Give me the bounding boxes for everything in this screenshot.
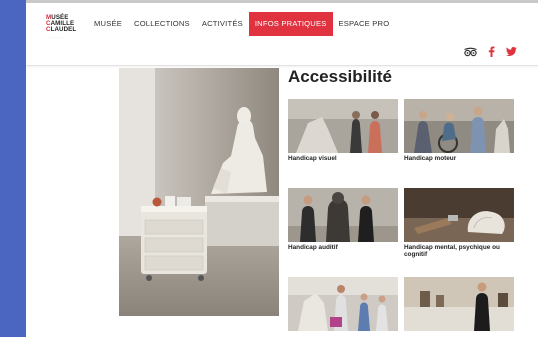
tile-image: [288, 99, 398, 153]
tile-image: [404, 99, 514, 153]
tile-handicap-mental[interactable]: Handicap mental, psychique ou cognitif: [404, 188, 514, 258]
twitter-icon[interactable]: [506, 47, 517, 56]
main-nav: MUSÉE COLLECTIONS ACTIVITÉS INFOS PRATIQ…: [88, 12, 395, 36]
facebook-icon[interactable]: [488, 46, 495, 57]
tile-image: [404, 188, 514, 242]
main-photo-sculpture-gallery: [119, 68, 279, 316]
site-header: MUSÉE CAMILLE CLAUDEL · · · · · · · · · …: [26, 3, 538, 66]
nav-item-collections[interactable]: COLLECTIONS: [128, 12, 196, 36]
social-links: [464, 46, 517, 57]
page-title: Accessibilité: [288, 67, 392, 86]
tile-gallery-visitor[interactable]: [404, 277, 514, 333]
tile-caption: Handicap visuel: [288, 155, 337, 162]
tile-caption: Handicap mental, psychique ou cognitif: [404, 244, 500, 259]
tile-image: [288, 188, 398, 242]
logo-tagline: · · · · · · · · · · ·: [46, 34, 66, 39]
tile-caption: Handicap auditif: [288, 244, 338, 251]
nav-item-musee[interactable]: MUSÉE: [88, 12, 128, 36]
site-logo[interactable]: MUSÉE CAMILLE CLAUDEL · · · · · · · · · …: [46, 14, 86, 41]
tile-image: [404, 277, 514, 331]
tile-handicap-visuel[interactable]: Handicap visuel: [288, 99, 398, 162]
tile-caption: Handicap moteur: [404, 155, 457, 162]
tile-family[interactable]: [288, 277, 398, 333]
tile-image: [288, 277, 398, 331]
tile-handicap-auditif[interactable]: Handicap auditif: [288, 188, 398, 251]
browser-viewport: MUSÉE CAMILLE CLAUDEL · · · · · · · · · …: [26, 0, 538, 337]
nav-item-espace-pro[interactable]: ESPACE PRO: [333, 12, 396, 36]
nav-item-activites[interactable]: ACTIVITÉS: [196, 12, 249, 36]
nav-item-infos-pratiques[interactable]: INFOS PRATIQUES: [248, 12, 333, 36]
tripadvisor-icon[interactable]: [464, 47, 477, 57]
tile-handicap-moteur[interactable]: Handicap moteur: [404, 99, 514, 162]
